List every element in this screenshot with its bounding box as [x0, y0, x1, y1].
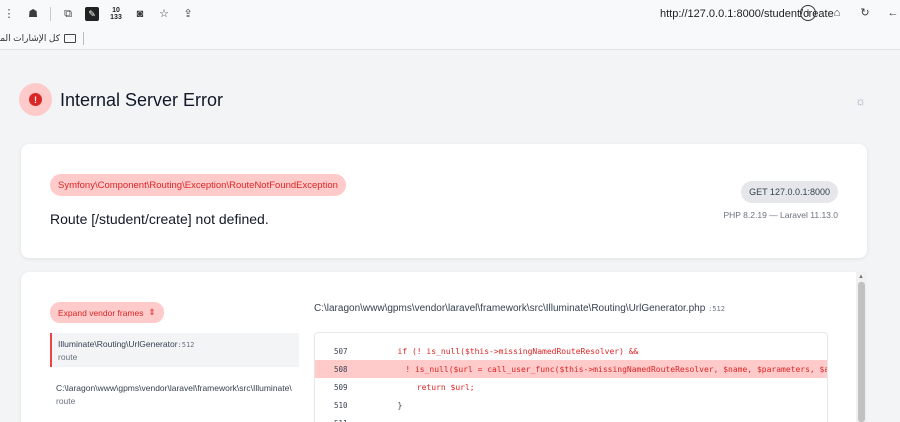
source-file-path: C:\laragon\www\gpms\vendor\laravel\frame…: [314, 303, 725, 314]
line-number: 509: [334, 382, 348, 392]
code-line-highlighted: 508 ! is_null($url = call_user_func($thi…: [315, 360, 828, 378]
code-line: 507 if (! is_null($this->missingNamedRou…: [315, 342, 827, 360]
puzzle-icon[interactable]: ⧉: [61, 7, 75, 21]
menu-dots-icon[interactable]: ⋮: [2, 7, 16, 21]
frame-line: :512: [177, 341, 195, 349]
code-text: ! is_null($url = call_user_func($this->m…: [347, 364, 828, 374]
code-snippet: 507 if (! is_null($this->missingNamedRou…: [314, 332, 828, 422]
all-bookmarks-label[interactable]: كل الإشارات المرجعية: [0, 33, 60, 44]
source-file-name: C:\laragon\www\gpms\vendor\laravel\frame…: [314, 303, 706, 314]
error-icon: !: [29, 93, 42, 106]
chevron-updown-icon: ⇕: [148, 307, 156, 317]
code-line: 511: [315, 414, 827, 422]
counter-extension-icon[interactable]: 10 133: [109, 7, 123, 21]
page-scrollbar[interactable]: ▲: [856, 272, 867, 422]
star-icon[interactable]: ☆: [157, 7, 171, 21]
home-icon[interactable]: ⌂: [830, 6, 844, 20]
frame-function: route: [58, 352, 78, 362]
reload-icon[interactable]: ↻: [858, 6, 872, 20]
line-number: 507: [334, 346, 348, 356]
page-title: Internal Server Error: [60, 90, 224, 110]
version-info: PHP 8.2.19 — Laravel 11.13.0: [723, 210, 838, 220]
code-text: return $url;: [359, 382, 475, 392]
exception-card: Symfony\Component\Routing\Exception\Rout…: [21, 144, 867, 258]
exception-message: Route [/student/create] not defined.: [50, 211, 269, 227]
expand-vendor-frames-label: Expand vendor frames: [58, 307, 144, 318]
code-line: 509 return $url;: [315, 378, 827, 396]
stack-trace-card: Expand vendor frames ⇕ Illuminate\Routin…: [21, 272, 856, 422]
scroll-up-icon[interactable]: ▲: [858, 274, 864, 280]
stack-frame-active[interactable]: Illuminate\Routing\UrlGenerator:512 rout…: [50, 333, 299, 367]
line-number: 508: [334, 364, 348, 374]
stack-frame[interactable]: C:\laragon\www\gpms\vendor\laravel\frame…: [50, 377, 299, 411]
extension-icon[interactable]: ☗: [26, 7, 40, 21]
source-file-line: :512: [708, 305, 725, 313]
toolbar-separator: [50, 7, 51, 21]
request-badge: GET 127.0.0.1:8000: [741, 181, 838, 203]
bookmarks-bar: كل الإشارات المرجعية: [0, 28, 900, 50]
expand-vendor-frames-button[interactable]: Expand vendor frames ⇕: [50, 302, 164, 323]
code-text: if (! is_null($this->missingNamedRouteRe…: [359, 346, 639, 356]
theme-toggle-icon[interactable]: ☼: [855, 94, 866, 108]
code-line: 510 }: [315, 396, 827, 414]
frame-path: C:\laragon\www\gpms\vendor\laravel\frame…: [56, 383, 292, 393]
bookmarks-separator: [83, 32, 84, 45]
edit-extension-icon[interactable]: ✎: [85, 7, 99, 21]
site-info-icon[interactable]: i: [800, 5, 816, 21]
folder-icon[interactable]: [64, 34, 76, 43]
camera-icon[interactable]: ◙: [133, 7, 147, 21]
browser-toolbar: ⋮ ☗ ⧉ ✎ 10 133 ◙ ☆ ⇪ http://127.0.0.1:800…: [0, 0, 900, 28]
line-number: 510: [334, 400, 348, 410]
scrollbar-thumb[interactable]: [858, 282, 865, 422]
frame-function: route: [56, 396, 76, 406]
frame-path: Illuminate\Routing\UrlGenerator: [58, 339, 178, 349]
code-text: }: [359, 400, 403, 410]
error-icon-circle: !: [19, 83, 52, 116]
back-icon[interactable]: ←: [886, 6, 900, 20]
share-icon[interactable]: ⇪: [181, 7, 195, 21]
line-number: 511: [315, 419, 359, 422]
exception-class-badge: Symfony\Component\Routing\Exception\Rout…: [50, 174, 346, 196]
